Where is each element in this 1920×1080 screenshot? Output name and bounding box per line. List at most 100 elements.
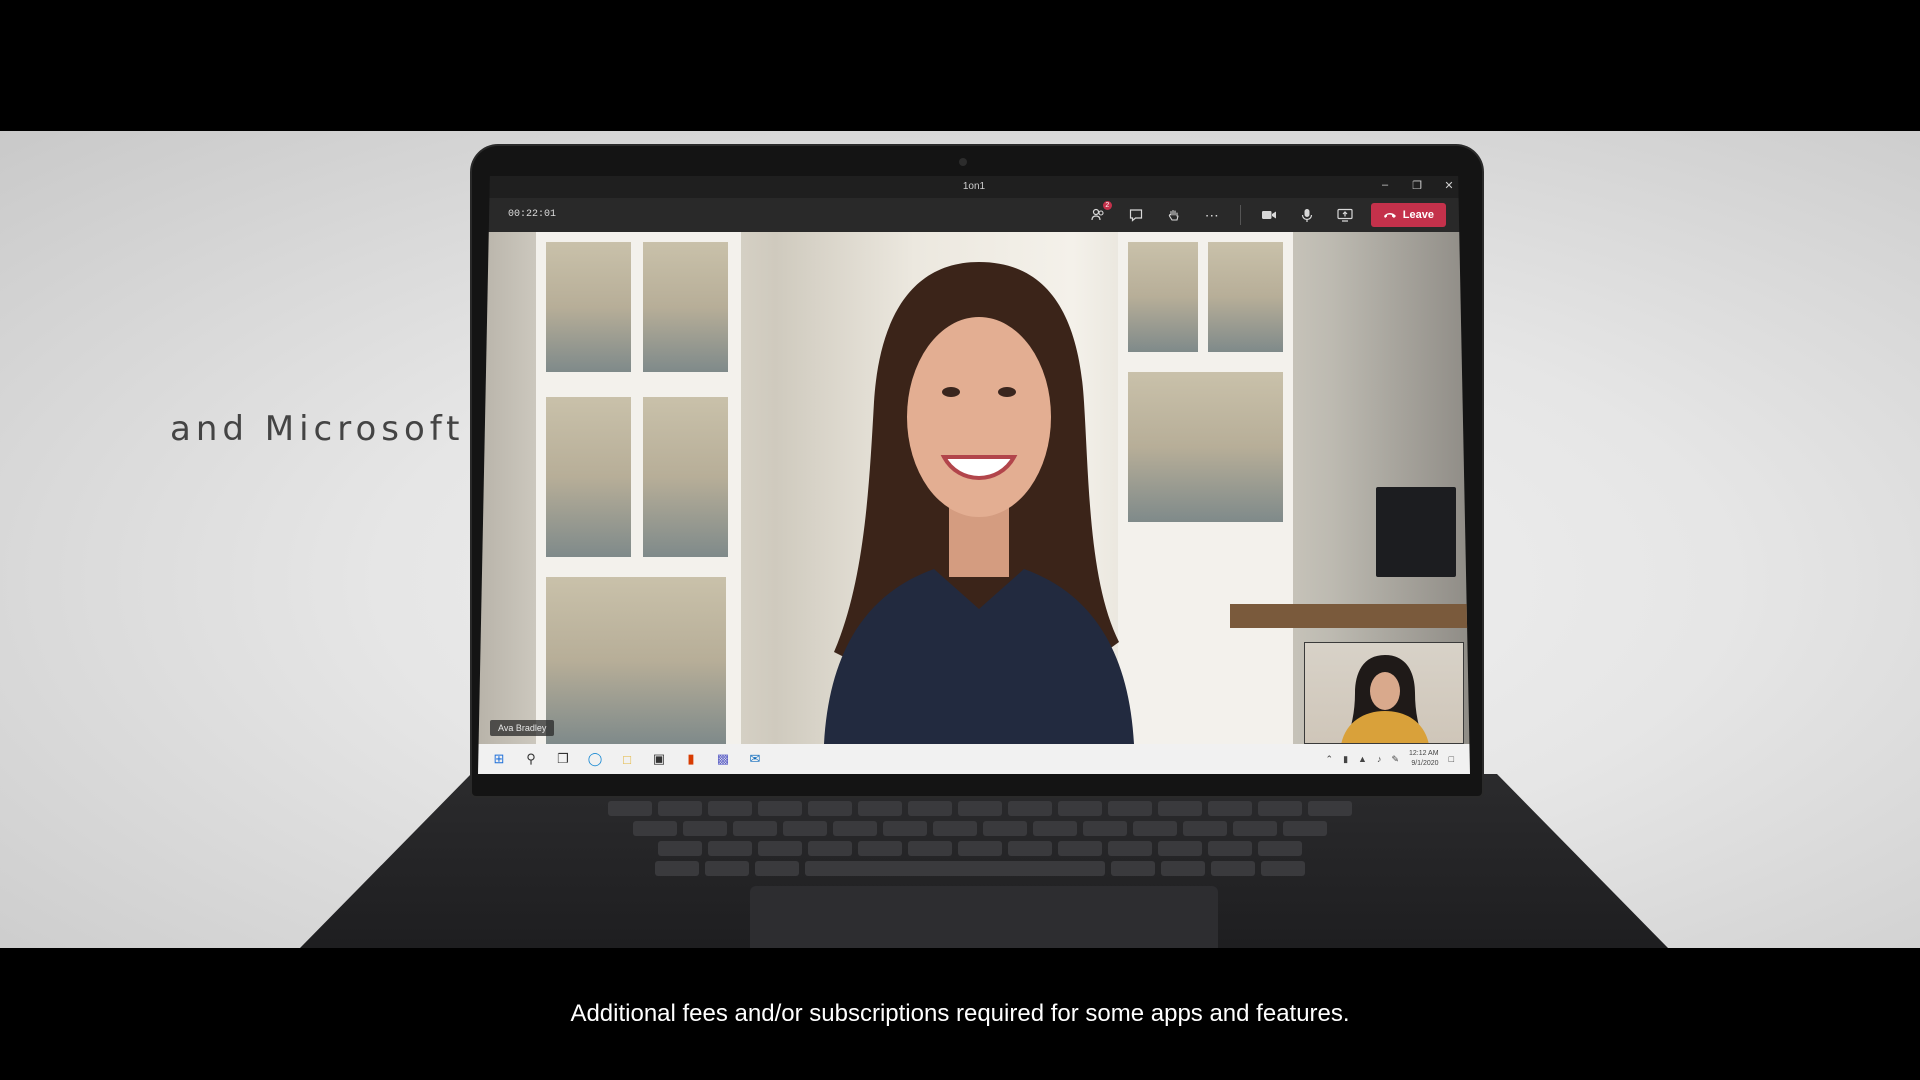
chat-button[interactable]	[1124, 203, 1148, 227]
toolbar-separator	[1239, 205, 1241, 225]
key	[733, 821, 777, 836]
key	[1108, 801, 1152, 816]
participant-name-tag: Ava Bradley	[490, 720, 555, 736]
key	[858, 841, 902, 856]
key	[608, 801, 652, 816]
key	[958, 841, 1002, 856]
participants-badge: 2	[1102, 201, 1112, 210]
self-view-video[interactable]	[1304, 642, 1464, 744]
key	[1211, 861, 1255, 876]
key	[883, 821, 927, 836]
key	[708, 801, 752, 816]
notification-icon[interactable]: □	[1449, 754, 1454, 764]
phone-hangup-icon	[1383, 213, 1396, 218]
keyboard-keys	[440, 781, 1520, 896]
window-titlebar: 1on1 – ❐ ✕	[478, 176, 1470, 198]
task-view-icon[interactable]: ❐	[554, 750, 572, 768]
chat-icon	[1129, 209, 1142, 222]
key	[1108, 841, 1152, 856]
window-controls: – ❐ ✕	[1378, 179, 1456, 192]
raise-hand-button[interactable]	[1162, 203, 1186, 227]
window-pane	[1208, 242, 1283, 352]
key	[1158, 801, 1202, 816]
office-icon[interactable]: ▮	[682, 750, 700, 768]
participant-eye	[998, 387, 1016, 397]
clock-date: 9/1/2020	[1411, 760, 1439, 767]
desk	[1230, 604, 1470, 628]
key	[1258, 841, 1302, 856]
store-icon[interactable]: ▣	[650, 750, 668, 768]
tagline-text: and Microsoft	[170, 409, 465, 449]
video-camera-icon	[1261, 211, 1276, 219]
windows-taskbar: ⊞ ⚲ ❐ ◯ □ ▣ ▮ ▩ ✉ ⌃ ▮ ▲ ♪ ✎ 12:12 AM 9/1…	[478, 744, 1470, 774]
restore-icon[interactable]: ❐	[1410, 179, 1424, 192]
self-view-face	[1370, 672, 1400, 710]
outlook-icon[interactable]: ✉	[746, 750, 764, 768]
file-explorer-icon[interactable]: □	[618, 750, 636, 768]
close-icon[interactable]: ✕	[1442, 179, 1456, 192]
key	[908, 841, 952, 856]
teams-icon[interactable]: ▩	[714, 750, 732, 768]
network-icon[interactable]: ▲	[1358, 754, 1367, 764]
more-icon: ⋯	[1204, 206, 1219, 223]
key	[1083, 821, 1127, 836]
key	[933, 821, 977, 836]
window-pane	[546, 242, 631, 372]
key	[705, 861, 749, 876]
minimize-icon[interactable]: –	[1378, 179, 1392, 192]
leave-button[interactable]: Leave	[1370, 203, 1446, 227]
key	[755, 861, 799, 876]
spacebar	[805, 861, 1105, 876]
hand-icon	[1168, 209, 1179, 221]
remote-participant-video	[824, 262, 1134, 744]
call-timer: 00:22:01	[508, 209, 557, 220]
people-icon	[1091, 208, 1104, 221]
pen-icon[interactable]: ✎	[1391, 754, 1399, 765]
key	[1261, 861, 1305, 876]
participants-button[interactable]: 2	[1086, 201, 1112, 227]
share-button[interactable]	[1333, 203, 1357, 227]
self-view-person	[1341, 655, 1429, 743]
start-icon[interactable]: ⊞	[490, 750, 508, 768]
more-actions-button[interactable]: ⋯	[1200, 203, 1224, 227]
key	[1208, 841, 1252, 856]
window-pane	[546, 397, 631, 557]
volume-icon[interactable]: ♪	[1377, 754, 1382, 764]
webcam	[959, 158, 967, 166]
key	[1133, 821, 1177, 836]
microphone-icon	[1301, 208, 1312, 222]
key	[1208, 801, 1252, 816]
key	[1058, 841, 1102, 856]
edge-icon[interactable]: ◯	[586, 750, 604, 768]
laptop-screen: 1on1 – ❐ ✕ 00:22:01 2 ⋯ Leave Ava Bradle…	[478, 176, 1470, 774]
key	[783, 821, 827, 836]
camera-button[interactable]	[1257, 203, 1281, 227]
search-icon[interactable]: ⚲	[522, 750, 540, 768]
chevron-up-icon[interactable]: ⌃	[1326, 754, 1334, 765]
key	[1008, 801, 1052, 816]
key	[758, 841, 802, 856]
key	[1283, 821, 1327, 836]
key	[1161, 861, 1205, 876]
mic-button[interactable]	[1295, 203, 1319, 227]
window-pane	[643, 242, 728, 372]
key	[1258, 801, 1302, 816]
window-pane	[643, 397, 728, 557]
video-stage: Ava Bradley	[478, 232, 1470, 744]
participant-eye	[942, 387, 960, 397]
meeting-controls: 2 ⋯ Leave	[1086, 201, 1446, 227]
leave-label: Leave	[1402, 209, 1434, 221]
key	[858, 801, 902, 816]
window-title: 1on1	[962, 181, 986, 192]
key	[1308, 801, 1352, 816]
key	[655, 861, 699, 876]
key	[1033, 821, 1077, 836]
key	[658, 841, 702, 856]
key	[958, 801, 1002, 816]
key	[1058, 801, 1102, 816]
taskbar-clock[interactable]: 12:12 AM 9/1/2020	[1409, 749, 1439, 769]
key	[908, 801, 952, 816]
battery-icon[interactable]: ▮	[1343, 754, 1348, 765]
key	[808, 841, 852, 856]
trackpad	[750, 886, 1218, 948]
